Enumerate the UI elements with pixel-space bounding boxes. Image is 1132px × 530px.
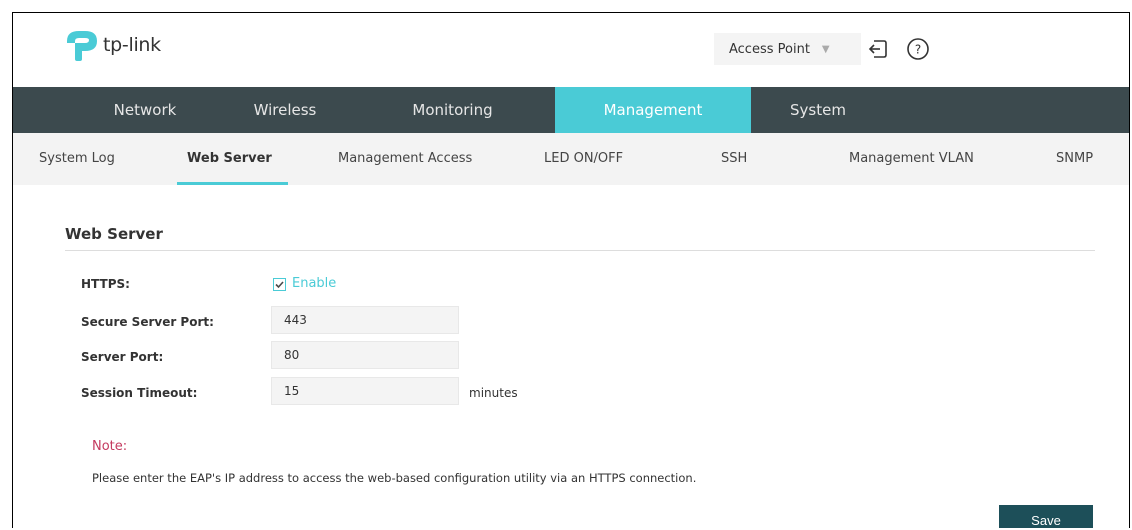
secure-server-port-input[interactable]: 443 (271, 306, 459, 334)
secure-server-port-label: Secure Server Port: (81, 315, 214, 329)
tab-management[interactable]: Management (555, 87, 751, 133)
subtab-led-on-off[interactable]: LED ON/OFF (544, 133, 623, 185)
tab-system[interactable]: System (768, 87, 868, 133)
note-title: Note: (92, 439, 128, 454)
help-icon[interactable]: ? (906, 37, 930, 61)
tab-monitoring[interactable]: Monitoring (380, 87, 525, 133)
subtab-system-log[interactable]: System Log (39, 133, 115, 185)
main-nav: Network Wireless Monitoring Management S… (13, 87, 1129, 133)
session-timeout-unit: minutes (469, 386, 518, 400)
server-port-label: Server Port: (81, 350, 164, 364)
subtab-web-server[interactable]: Web Server (187, 133, 272, 185)
https-enable-checkbox[interactable] (273, 278, 286, 291)
chevron-down-icon: ▼ (821, 43, 830, 55)
https-enable-label[interactable]: Enable (292, 276, 336, 291)
subtab-management-access[interactable]: Management Access (338, 133, 472, 185)
https-label: HTTPS: (81, 277, 130, 291)
subtab-ssh[interactable]: SSH (721, 133, 747, 185)
logout-icon[interactable] (866, 37, 890, 61)
mode-select-value: Access Point (729, 41, 810, 57)
active-tab-indicator (177, 182, 288, 185)
header: tp-link Access Point ▼ ? (13, 13, 1129, 87)
section-divider (65, 250, 1095, 251)
save-button[interactable]: Save (999, 505, 1093, 528)
subtab-snmp[interactable]: SNMP (1056, 133, 1093, 185)
subtab-management-vlan[interactable]: Management VLAN (849, 133, 974, 185)
session-timeout-input[interactable]: 15 (271, 377, 459, 405)
session-timeout-label: Session Timeout: (81, 386, 198, 400)
mode-select[interactable]: Access Point ▼ (714, 33, 861, 65)
section-title: Web Server (65, 225, 163, 243)
tp-link-logo: tp-link (65, 29, 161, 61)
tab-network[interactable]: Network (80, 87, 210, 133)
checkmark-icon (275, 281, 284, 289)
tp-link-logo-icon (67, 31, 97, 61)
app-window: tp-link Access Point ▼ ? Network Wireles… (12, 12, 1130, 528)
tab-wireless[interactable]: Wireless (220, 87, 350, 133)
logo-text: tp-link (103, 34, 161, 56)
note-text: Please enter the EAP's IP address to acc… (92, 471, 697, 485)
server-port-input[interactable]: 80 (271, 341, 459, 369)
svg-text:?: ? (915, 43, 921, 57)
sub-nav: System Log Web Server Management Access … (13, 133, 1129, 185)
